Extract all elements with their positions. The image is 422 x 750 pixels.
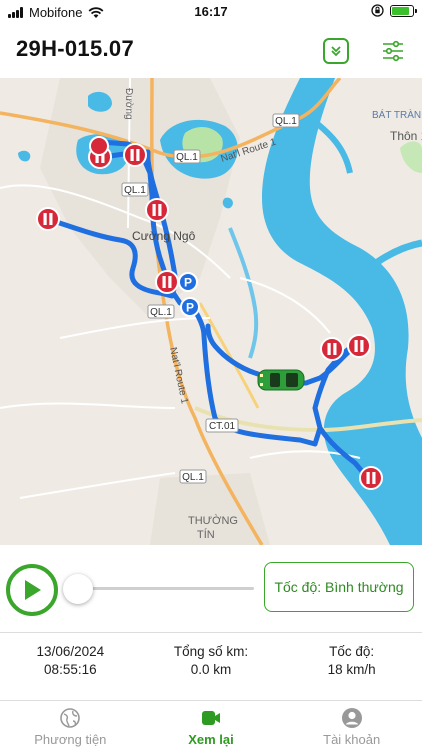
- pond: [18, 150, 31, 162]
- play-button[interactable]: [6, 564, 58, 616]
- label-ct01: CT.01: [209, 421, 236, 432]
- river-branch: [308, 115, 353, 174]
- speed-value: 18 km/h: [327, 662, 376, 677]
- double-chevron-down-icon: [331, 46, 341, 57]
- label-ql1: QL.1: [275, 116, 297, 127]
- urban-area: [40, 78, 240, 318]
- stat-date: 13/06/2024: [36, 644, 105, 659]
- tab-account[interactable]: Tài khoản: [281, 701, 422, 750]
- stop-marker[interactable]: [320, 337, 344, 361]
- tab-replay[interactable]: Xem lại: [141, 701, 282, 750]
- label-ql1: QL.1: [182, 472, 204, 483]
- parking-icon[interactable]: P: [178, 272, 198, 292]
- stop-marker[interactable]: [89, 136, 109, 156]
- collapse-button[interactable]: [323, 38, 349, 64]
- tab-vehicles[interactable]: Phương tiện: [0, 701, 141, 750]
- label-duong: Đường: [123, 88, 134, 120]
- svg-text:P: P: [184, 276, 192, 290]
- trip-stats: 13/06/2024 08:55:16 Tổng số km: 0.0 km T…: [0, 632, 422, 700]
- orientation-lock-icon: [371, 4, 384, 17]
- video-camera-icon: [200, 707, 222, 729]
- label-ql1: QL.1: [176, 152, 198, 163]
- status-bar: Mobifone 16:17: [0, 0, 422, 24]
- label-ql1: QL.1: [150, 307, 172, 318]
- label-cuong-ngo: Cường Ngô: [132, 229, 196, 243]
- canal: [228, 227, 259, 359]
- stat-datetime: 13/06/2024 08:55:16: [0, 633, 141, 700]
- distance-value: 0.0 km: [190, 662, 232, 677]
- stop-marker[interactable]: [155, 270, 179, 294]
- play-icon: [25, 580, 41, 600]
- label-bat-trang: BÁT TRÀN: [372, 108, 421, 121]
- tab-bar: Phương tiện Xem lại Tài khoản: [0, 700, 422, 750]
- progress-slider-thumb[interactable]: [63, 574, 93, 604]
- stop-marker[interactable]: [36, 207, 60, 231]
- sliders-icon: [383, 40, 403, 62]
- playback-controls: Tốc độ: Bình thường: [0, 548, 422, 630]
- globe-icon: [59, 707, 81, 729]
- pond: [222, 197, 233, 209]
- svg-text:P: P: [186, 301, 194, 315]
- header: 29H-015.07: [0, 30, 422, 74]
- stop-marker[interactable]: [347, 334, 371, 358]
- clock: 16:17: [194, 4, 228, 19]
- label-ql1: QL.1: [124, 185, 146, 196]
- route-map[interactable]: QL.1 QL.1 QL.1 QL.1 QL.1 CT.01 Nat'l Rou…: [0, 78, 422, 545]
- stop-marker[interactable]: [145, 198, 169, 222]
- user-icon: [341, 707, 363, 729]
- tab-replay-label: Xem lại: [188, 732, 234, 747]
- stat-time: 08:55:16: [44, 662, 97, 677]
- green-area: [400, 141, 422, 173]
- map-canvas[interactable]: QL.1 QL.1 QL.1 QL.1 QL.1 CT.01 Nat'l Rou…: [0, 78, 422, 545]
- label-thuong: THƯỜNG: [188, 514, 238, 527]
- stop-marker[interactable]: [123, 143, 147, 167]
- speed-label: Tốc độ:: [329, 644, 375, 659]
- stop-marker[interactable]: [359, 466, 383, 490]
- vehicle-plate: 29H-015.07: [16, 36, 134, 61]
- tab-vehicles-label: Phương tiện: [34, 732, 107, 747]
- battery-icon: [390, 4, 417, 17]
- vehicle-car-icon[interactable]: [257, 369, 305, 391]
- progress-track[interactable]: [72, 587, 254, 590]
- speed-button[interactable]: Tốc độ: Bình thường: [264, 562, 414, 612]
- label-tin: TÍN: [197, 528, 215, 541]
- stat-distance: Tổng số km: 0.0 km: [141, 633, 282, 700]
- tab-account-label: Tài khoản: [323, 732, 381, 747]
- distance-label: Tổng số km:: [173, 644, 249, 659]
- label-natl-route-side: Nat'l Route 1: [167, 346, 190, 405]
- status-right: [371, 4, 417, 17]
- parking-icon[interactable]: P: [180, 297, 200, 317]
- label-thon-1: Thôn 1: [390, 129, 422, 143]
- stat-speed: Tốc độ: 18 km/h: [281, 633, 422, 700]
- filter-button[interactable]: [380, 38, 406, 64]
